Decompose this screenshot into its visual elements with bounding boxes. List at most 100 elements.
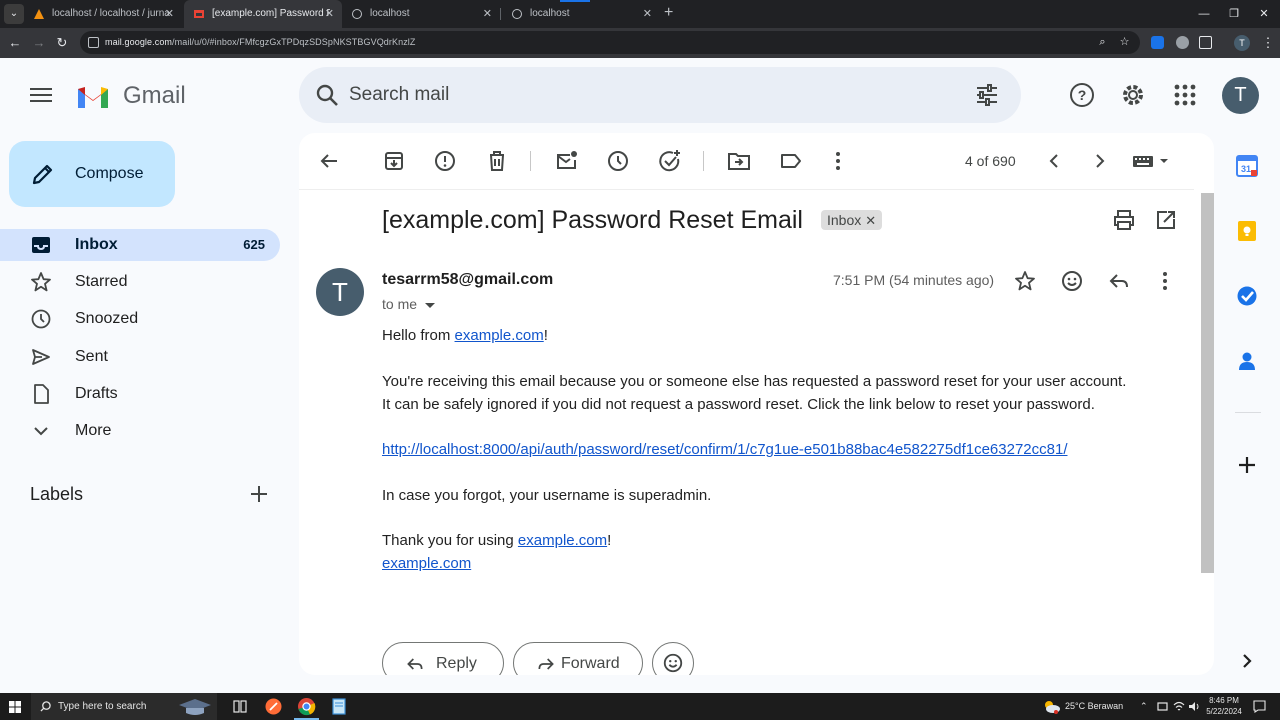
account-avatar[interactable]: T [1222,77,1259,114]
mark-unread-icon[interactable] [555,149,579,173]
restore-button[interactable]: ❐ [1218,0,1250,28]
bookmark-star-icon[interactable]: ☆ [1118,36,1131,49]
report-spam-icon[interactable] [433,149,457,173]
compose-button[interactable]: Compose [9,141,175,207]
keep-notes-icon[interactable] [1236,220,1258,242]
apps-grid-icon[interactable] [1172,82,1198,108]
site-info-icon[interactable] [88,37,99,48]
react-emoji-button[interactable] [652,642,694,675]
windows-start-icon[interactable] [9,701,21,713]
forward-arrow-icon[interactable]: → [30,34,48,52]
tray-chevron-up-icon[interactable]: ⌃ [1140,693,1148,720]
calendar-icon[interactable]: 31 [1236,155,1258,177]
archive-icon[interactable] [382,149,406,173]
tasks-icon[interactable] [1236,285,1258,307]
minimize-button[interactable]: — [1188,0,1220,28]
snooze-clock-icon[interactable] [606,149,630,173]
emoji-reaction-icon[interactable] [1060,269,1084,293]
extension-icon[interactable] [1176,36,1189,49]
move-to-folder-icon[interactable] [727,149,751,173]
address-bar[interactable]: mail.google.com/mail/u/0/#inbox/FMfcgzGx… [80,31,1140,54]
sidebar-item-more[interactable]: More [0,415,280,447]
browser-tab-gmail[interactable]: [example.com] Password Reset ✕ [184,0,342,28]
sidebar-item-inbox[interactable]: Inbox 625 [0,229,280,261]
message-more-vertical-icon[interactable] [1153,269,1177,293]
sender-email[interactable]: tesarrm58@gmail.com [382,270,553,290]
example-link[interactable]: example.com [518,532,607,549]
notification-center-icon[interactable] [1253,700,1266,713]
open-in-new-window-icon[interactable] [1154,208,1178,232]
phpmyadmin-icon [34,9,44,19]
remove-label-icon[interactable]: ✕ [865,213,876,228]
example-link[interactable]: example.com [455,327,544,344]
side-panel-divider [1235,412,1261,413]
extensions-puzzle-icon[interactable] [1199,36,1212,49]
older-chevron-right-icon[interactable] [1088,149,1112,173]
star-icon[interactable] [1013,269,1037,293]
search-options-icon[interactable] [975,83,999,107]
close-icon[interactable]: ✕ [165,0,174,28]
sidebar-item-starred[interactable]: Starred [0,266,280,298]
back-to-inbox-icon[interactable] [317,149,341,173]
sidebar-item-drafts[interactable]: Drafts [0,378,280,410]
extension-icon[interactable] [1151,36,1164,49]
close-icon[interactable]: ✕ [325,0,334,28]
browser-profile-avatar[interactable]: T [1234,35,1250,51]
inbox-label-chip[interactable]: Inbox ✕ [821,210,883,230]
new-tab-button[interactable]: + [664,0,680,28]
browser-menu-icon[interactable]: ⋮ [1259,34,1277,52]
delete-trash-icon[interactable] [485,149,509,173]
reply-arrow-icon[interactable] [1107,269,1131,293]
browser-tab-localhost-1[interactable]: localhost ✕ [342,0,500,28]
search-bar[interactable] [299,67,1021,123]
contacts-icon[interactable] [1236,350,1258,372]
caret-down-icon[interactable] [425,302,436,308]
sidebar-item-snoozed[interactable]: Snoozed [0,303,280,335]
wifi-icon[interactable] [1173,701,1185,712]
sidebar-item-sent[interactable]: Sent [0,341,280,373]
password-reset-link[interactable]: http://localhost:8000/api/auth/password/… [382,441,1068,458]
recipient-details[interactable]: to me [382,295,436,313]
clock-icon [31,309,51,329]
browser-tab-phpmyadmin[interactable]: localhost / localhost / jurnal_m ✕ [24,0,182,28]
taskbar-clock[interactable]: 8:46 PM 5/22/2024 [1201,695,1247,717]
message-scrollbar[interactable] [1201,193,1214,573]
settings-gear-icon[interactable] [1120,82,1146,108]
expand-side-panel-chevron-icon[interactable] [1236,650,1258,672]
reply-button[interactable]: Reply [382,642,504,675]
tab-search-button[interactable]: ⌄ [4,4,24,24]
notepad-app-icon[interactable] [330,698,348,715]
close-icon[interactable]: ✕ [483,0,492,28]
main-menu-icon[interactable] [30,86,54,104]
sender-avatar[interactable]: T [316,268,364,316]
reload-icon[interactable]: ↻ [53,34,71,52]
email-subject: [example.com] Password Reset Email [382,206,803,234]
meet-now-icon[interactable] [1157,701,1168,712]
close-window-button[interactable]: ✕ [1248,0,1280,28]
signature-link[interactable]: example.com [382,555,471,572]
close-icon[interactable]: ✕ [643,0,652,28]
postman-app-icon[interactable] [265,698,282,715]
add-to-tasks-icon[interactable] [658,149,682,173]
more-vertical-icon[interactable] [826,149,850,173]
weather-text[interactable]: 25°C Berawan [1065,693,1123,720]
help-icon[interactable]: ? [1069,82,1095,108]
create-label-plus-icon[interactable] [248,483,270,505]
get-addons-plus-icon[interactable] [1236,454,1258,476]
weather-cloudy-icon[interactable] [1043,699,1061,714]
volume-speaker-icon[interactable] [1188,701,1200,712]
body-paragraph-line: You're receiving this email because you … [382,373,1127,390]
search-icon[interactable] [315,83,339,107]
search-input[interactable] [349,79,949,111]
back-arrow-icon[interactable]: ← [6,34,24,52]
newer-chevron-left-icon[interactable] [1042,149,1066,173]
browser-tab-localhost-2[interactable]: localhost ✕ [502,0,660,28]
print-icon[interactable] [1112,208,1136,232]
label-tag-icon[interactable] [779,149,803,173]
chrome-app-icon[interactable] [297,697,316,716]
forward-button[interactable]: Forward [513,642,643,675]
input-tools-keyboard-icon[interactable] [1131,149,1175,173]
zoom-icon[interactable]: ⌕ [1096,36,1109,49]
task-view-icon[interactable] [233,700,247,713]
taskbar-search-box[interactable]: Type here to search [31,693,217,720]
